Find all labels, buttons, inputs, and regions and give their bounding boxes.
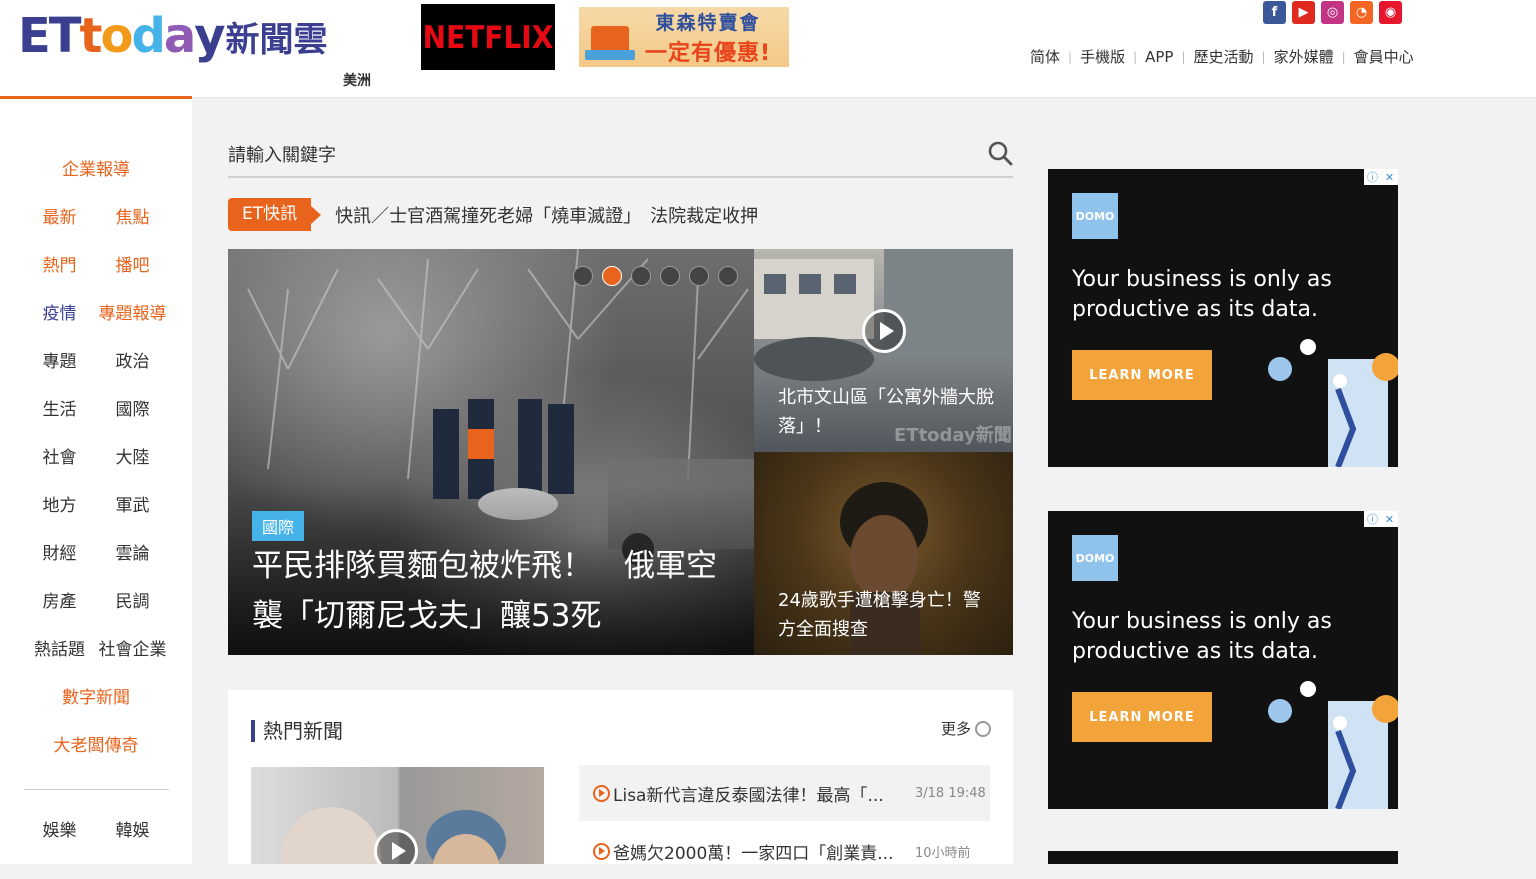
facebook-icon[interactable]: f [1263,1,1286,24]
sidebar-item-society[interactable]: 社會 [23,443,96,468]
sidebar-divider [24,789,169,790]
sidebar-item-finance[interactable]: 財經 [23,539,96,564]
sidebar-item-broadcast[interactable]: 播吧 [96,251,169,276]
hero-story[interactable]: 國際 平民排隊買麵包被炸飛！ 俄軍空襲「切爾尼戈夫」釀53死 [228,249,754,655]
promo-banner[interactable]: 東森特賣會 一定有優惠! [579,7,789,67]
close-icon: ✕ [1381,169,1398,185]
breaking-news-ticker: ET快訊 快訊／士官酒駕撞死老婦「燒車滅證」 法院裁定收押 [228,198,758,231]
ettoday-watermark: ETtoday新聞 [894,425,1012,446]
play-icon[interactable] [862,309,906,353]
carousel-dot-3[interactable] [631,266,651,286]
hot-news-item[interactable]: 爸媽欠2000萬！一家四口「創業責... 10小時前 [579,823,990,879]
arrow-right-icon [975,720,991,737]
ad-illustration [1268,681,1398,809]
play-circle-icon [593,784,610,802]
ad-choices[interactable]: ⓘ ✕ [1364,169,1398,185]
carousel-dot-5[interactable] [689,266,709,286]
shopping-cart-icon [583,12,639,62]
carousel-dot-4[interactable] [660,266,680,286]
hot-news-item[interactable]: Lisa新代言違反泰國法律！最高「... 3/18 19:48 [579,765,990,821]
promo-line-2: 一定有優惠! [645,40,772,66]
ad-illustration [1268,339,1398,467]
ad-copy: Your business is only as productive as i… [1072,609,1332,664]
domo-ad-3[interactable] [1048,851,1398,864]
sidebar-item-poll[interactable]: 民調 [96,587,169,612]
sidebar-item-topics[interactable]: 專題 [23,347,96,372]
close-icon: ✕ [1381,511,1398,527]
social-links: f ▶ ◎ ◔ ◉ [1263,1,1402,24]
et-flash-badge: ET快訊 [228,198,322,231]
nav-simplified[interactable]: 简体 [1030,46,1060,67]
nav-member-center[interactable]: 會員中心 [1354,46,1414,67]
sidebar-item-data-news[interactable]: 數字新聞 [0,683,192,708]
adchoices-icon: ⓘ [1364,511,1381,527]
search-input[interactable] [228,138,928,172]
more-link[interactable]: 更多 [941,718,991,739]
play-circle-icon [593,842,610,860]
sidebar-item-mainland[interactable]: 大陸 [96,443,169,468]
sidebar-item-focus[interactable]: 焦點 [96,203,169,228]
sidebar-item-realestate[interactable]: 房產 [23,587,96,612]
sidebar-item-korean-ent[interactable]: 韓娛 [96,816,169,841]
learn-more-button[interactable]: LEARN MORE [1072,350,1212,400]
sidebar-item-latest[interactable]: 最新 [23,203,96,228]
promo-line-1: 東森特賣會 [655,11,761,34]
side-story-2-caption[interactable]: 24歲歌手遭槍擊身亡！警方全面搜查 [778,586,998,644]
sidebar-item-military[interactable]: 軍武 [96,491,169,516]
hot-news-title: 熱門新聞 [251,720,343,742]
nav-outdoor-media[interactable]: 家外媒體 [1274,46,1334,67]
sidebar-item-entertainment[interactable]: 娛樂 [23,816,96,841]
region-label[interactable]: 美洲 [343,70,371,90]
category-sidebar: 企業報導 最新 焦點 熱門 播吧 疫情 專題報導 專題 政治 生活 國際 社會 … [0,99,192,864]
ettoday-logo[interactable]: E Tt o d a y 新聞雲 [18,6,328,66]
hot-news-thumbnail[interactable] [251,767,544,864]
sidebar-item-corporate[interactable]: 企業報導 [0,155,192,180]
sidebar-item-local[interactable]: 地方 [23,491,96,516]
youtube-icon[interactable]: ▶ [1292,1,1315,24]
domo-ad-2[interactable]: ⓘ ✕ DOMO Your business is only as product… [1048,511,1398,809]
search-icon[interactable] [987,140,1013,166]
top-nav: 简体 | 手機版 | APP | 歷史活動 | 家外媒體 | 會員中心 [1030,46,1414,67]
sidebar-item-pandemic[interactable]: 疫情 [23,299,96,324]
domo-logo: DOMO [1072,193,1118,239]
carousel-dot-6[interactable] [718,266,738,286]
netflix-banner[interactable]: NETFLIX [421,4,555,70]
ad-copy: Your business is only as productive as i… [1072,267,1332,322]
hero-category-tag[interactable]: 國際 [252,511,305,541]
learn-more-button[interactable]: LEARN MORE [1072,692,1212,742]
rss-icon[interactable]: ◔ [1350,1,1373,24]
nav-history-events[interactable]: 歷史活動 [1194,46,1254,67]
sidebar-item-special-report[interactable]: 專題報導 [96,299,169,324]
breaking-news-headline[interactable]: 快訊／士官酒駕撞死老婦「燒車滅證」 法院裁定收押 [335,202,758,228]
sidebar-item-international[interactable]: 國際 [96,395,169,420]
site-header: E Tt o d a y 新聞雲 美洲 NETFLIX 東森特賣會 一定有優惠! f ▶ ◎… [0,0,1536,98]
sidebar-item-trending[interactable]: 熱話題 [23,635,96,660]
carousel-dot-2[interactable] [602,266,622,286]
carousel-dot-1[interactable] [573,266,593,286]
search-bar [228,138,1013,178]
nav-app[interactable]: APP [1145,48,1173,66]
sidebar-item-opinion[interactable]: 雲論 [96,539,169,564]
hero-headline[interactable]: 平民排隊買麵包被炸飛！ 俄軍空襲「切爾尼戈夫」釀53死 [252,541,732,641]
instagram-icon[interactable]: ◎ [1321,1,1344,24]
side-story-2[interactable]: 24歲歌手遭槍擊身亡！警方全面搜查 [754,452,1013,655]
nav-mobile[interactable]: 手機版 [1080,46,1125,67]
sidebar-item-social-enterprise[interactable]: 社會企業 [96,635,169,660]
adchoices-icon: ⓘ [1364,169,1381,185]
sidebar-item-politics[interactable]: 政治 [96,347,169,372]
sidebar-item-boss-legend[interactable]: 大老闆傳奇 [0,731,192,756]
domo-ad-1[interactable]: ⓘ ✕ DOMO Your business is only as product… [1048,169,1398,467]
ad-choices[interactable]: ⓘ ✕ [1364,511,1398,527]
domo-logo: DOMO [1072,535,1118,581]
side-story-1[interactable]: 北市文山區「公寓外牆大脫落」！ ETtoday新聞 [754,249,1013,452]
weibo-icon[interactable]: ◉ [1379,1,1402,24]
carousel-dots [573,266,738,286]
sidebar-item-life[interactable]: 生活 [23,395,96,420]
hot-news-section: 熱門新聞 更多 Lisa新代言違反泰國法律！最高「... 3/18 19:48 … [228,690,1013,864]
sidebar-item-hot[interactable]: 熱門 [23,251,96,276]
